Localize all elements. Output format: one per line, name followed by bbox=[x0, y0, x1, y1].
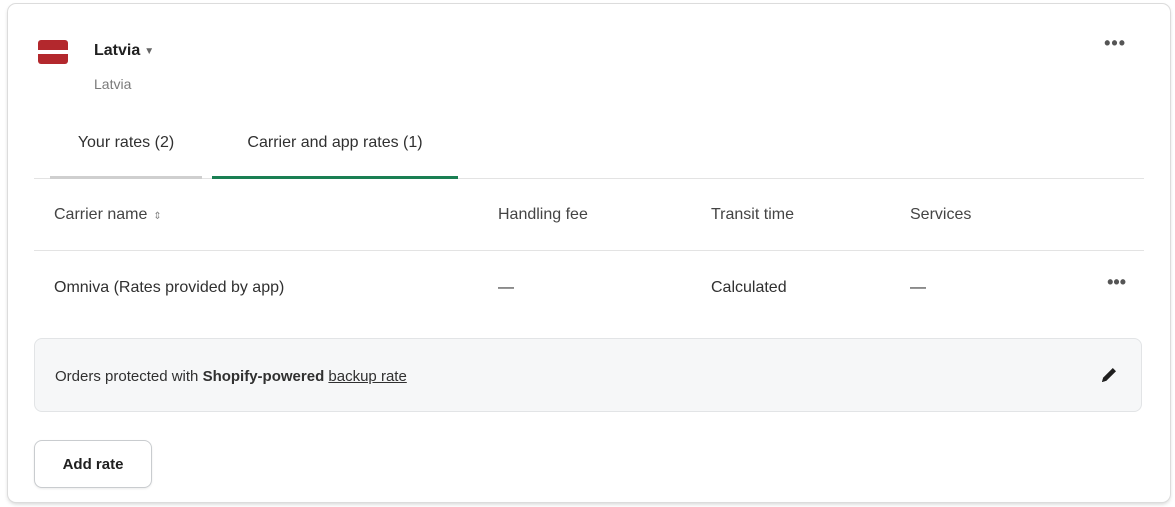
tab-label: Carrier and app rates (1) bbox=[247, 134, 423, 151]
row-more-actions-button[interactable]: ••• bbox=[1107, 273, 1126, 291]
backup-rate-text: Orders protected with Shopify-powered ba… bbox=[55, 368, 407, 385]
backup-prefix: Orders protected with bbox=[55, 368, 203, 385]
tab-your-rates[interactable]: Your rates (2) bbox=[50, 118, 202, 179]
tab-label: Your rates (2) bbox=[77, 134, 175, 151]
carrier-name-header[interactable]: Carrier name ⇕ bbox=[54, 206, 162, 224]
zone-name-dropdown[interactable]: Latvia ▼ bbox=[94, 42, 154, 60]
transit-time-cell: Calculated bbox=[711, 279, 787, 296]
backup-brand: Shopify-powered bbox=[202, 368, 325, 385]
tab-underline-active bbox=[212, 176, 458, 179]
add-rate-button[interactable]: Add rate bbox=[34, 440, 152, 488]
tab-carrier-app-rates[interactable]: Carrier and app rates (1) bbox=[212, 118, 458, 179]
zone-subtitle: Latvia bbox=[94, 76, 132, 92]
shipping-zone-card: Latvia ▼ Latvia ••• Your rates (2) Carri… bbox=[8, 4, 1170, 502]
carrier-name-cell: Omniva (Rates provided by app) bbox=[54, 279, 285, 296]
services-header: Services bbox=[910, 206, 972, 223]
table-row: Omniva (Rates provided by app) — Calcula… bbox=[34, 251, 1144, 327]
handling-fee-cell: — bbox=[498, 279, 514, 296]
backup-rate-banner: Orders protected with Shopify-powered ba… bbox=[34, 338, 1142, 412]
tab-underline bbox=[50, 176, 202, 179]
caret-down-icon: ▼ bbox=[144, 45, 155, 57]
rate-tabs: Your rates (2) Carrier and app rates (1) bbox=[34, 118, 1144, 179]
table-header-row: Carrier name ⇕ Handling fee Transit time … bbox=[34, 180, 1144, 251]
handling-fee-header: Handling fee bbox=[498, 206, 588, 223]
edit-backup-rate-button[interactable] bbox=[1097, 363, 1121, 387]
zone-more-actions-button[interactable]: ••• bbox=[1104, 34, 1126, 52]
backup-rate-link[interactable]: backup rate bbox=[328, 368, 406, 385]
services-cell: — bbox=[910, 279, 926, 296]
latvia-flag-icon bbox=[38, 40, 68, 64]
zone-name: Latvia bbox=[94, 42, 141, 59]
transit-time-header: Transit time bbox=[711, 206, 794, 223]
sort-icon: ⇕ bbox=[153, 211, 162, 222]
header-label: Carrier name bbox=[54, 206, 148, 223]
pencil-icon bbox=[1102, 368, 1116, 382]
